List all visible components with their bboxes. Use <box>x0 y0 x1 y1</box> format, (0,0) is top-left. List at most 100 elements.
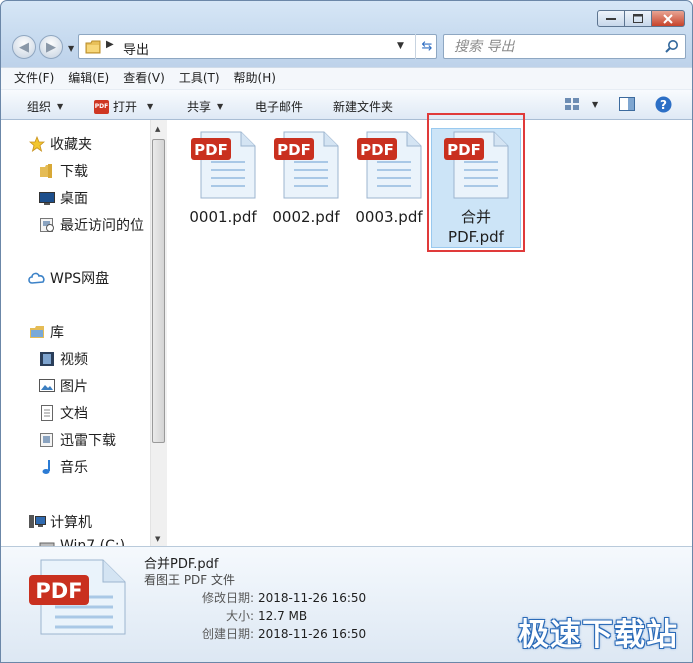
nav-music[interactable]: 音乐 <box>38 457 88 477</box>
file-name: 合并 PDF.pdf <box>448 208 504 246</box>
svg-text:PDF: PDF <box>277 141 311 159</box>
chevron-down-icon: ▼ <box>217 102 224 111</box>
star-icon <box>28 136 46 152</box>
nav-pictures[interactable]: 图片 <box>38 376 88 396</box>
refresh-icon: ⇆ <box>421 39 433 54</box>
file-list: PDF 0001.pdf PDF 0002.pdf PDF 0003.pdf P… <box>167 113 692 546</box>
breadcrumb-current[interactable]: 导出 <box>123 39 149 58</box>
maximize-icon <box>633 14 643 23</box>
file-name: 0003.pdf <box>355 208 423 226</box>
minimize-icon <box>606 17 616 20</box>
cloud-icon <box>28 271 46 285</box>
preview-pane-button[interactable] <box>619 97 635 111</box>
forward-button[interactable]: ▶ <box>39 35 63 59</box>
desktop-icon <box>38 191 56 205</box>
scroll-down-icon[interactable]: ▼ <box>155 535 160 543</box>
menu-help[interactable]: 帮助(H) <box>234 68 276 89</box>
new-folder-button[interactable]: 新建文件夹 <box>333 98 393 115</box>
file-item-selected[interactable]: PDF 合并 PDF.pdf <box>435 130 517 247</box>
nav-downloads[interactable]: 下载 <box>38 161 88 181</box>
svg-text:PDF: PDF <box>35 579 82 603</box>
chevron-down-icon: ▼ <box>592 99 599 109</box>
caption-buttons <box>597 10 685 27</box>
help-button[interactable]: ? <box>655 96 672 113</box>
nav-computer[interactable]: 计算机 <box>28 512 92 532</box>
menu-bar: 文件(F) 编辑(E) 查看(V) 工具(T) 帮助(H) <box>1 67 692 89</box>
address-bar[interactable]: ▶ 导出 ▼ ⇆ <box>78 34 437 59</box>
nav-recent[interactable]: 最近访问的位 <box>38 215 144 235</box>
change-view-button[interactable]: ▼ <box>564 97 598 111</box>
nav-wps-drive[interactable]: WPS网盘 <box>28 268 109 288</box>
close-icon <box>663 13 673 24</box>
file-item[interactable]: PDF 0003.pdf <box>348 130 430 227</box>
nav-drive-c[interactable]: Win7 (C:) <box>38 538 125 546</box>
new-folder-label: 新建文件夹 <box>333 100 394 114</box>
menu-view[interactable]: 查看(V) <box>123 68 165 89</box>
library-icon <box>28 324 46 340</box>
nav-library[interactable]: 库 <box>28 322 64 342</box>
navigation-pane: 收藏夹 下载 桌面 最近访问的位 WPS网盘 库 视频 图片 文档 迅雷下载 音… <box>1 120 150 546</box>
nav-scrollbar[interactable]: ▲ ▼ <box>150 120 167 546</box>
chevron-down-icon: ▼ <box>57 102 64 111</box>
back-button[interactable]: ◀ <box>12 35 36 59</box>
recent-places-icon <box>38 217 56 233</box>
detail-size: 大小: 12.7 MB <box>225 609 308 623</box>
detail-modified: 修改日期: 2018-11-26 16:50 <box>201 591 367 605</box>
detail-created: 创建日期: 2018-11-26 16:50 <box>201 627 367 641</box>
nav-xunlei[interactable]: 迅雷下载 <box>38 430 116 450</box>
menu-tools[interactable]: 工具(T) <box>179 68 220 89</box>
detail-file-name: 合并PDF.pdf <box>144 557 219 572</box>
pdf-file-icon: PDF <box>357 131 422 199</box>
nav-desktop[interactable]: 桌面 <box>38 188 88 208</box>
open-label: 打开 <box>113 100 138 114</box>
email-button[interactable]: 电子邮件 <box>255 98 303 115</box>
download-folder-icon <box>38 163 56 179</box>
nav-favorites[interactable]: 收藏夹 <box>28 134 92 154</box>
search-box[interactable] <box>443 34 686 59</box>
help-icon: ? <box>655 96 672 113</box>
refresh-button[interactable]: ⇆ <box>415 34 438 59</box>
open-button[interactable]: PDF 打开 ▼ <box>94 98 153 115</box>
email-label: 电子邮件 <box>255 100 304 114</box>
video-icon <box>38 351 56 367</box>
picture-icon <box>38 379 56 393</box>
close-button[interactable] <box>652 10 685 27</box>
file-name: 0002.pdf <box>272 208 340 226</box>
explorer-window: ◀ ▶ ▼ ▶ 导出 ▼ ⇆ 文件(F) 编辑(E) 查看(V) 工具(T) 帮… <box>0 0 693 663</box>
address-dropdown-icon[interactable]: ▼ <box>397 41 404 51</box>
pdf-file-icon: PDF <box>191 131 256 199</box>
computer-icon <box>28 514 46 530</box>
search-input[interactable] <box>452 38 656 56</box>
minimize-button[interactable] <box>597 10 625 27</box>
svg-text:PDF: PDF <box>194 141 228 159</box>
share-label: 共享 <box>187 100 212 114</box>
scroll-up-icon[interactable]: ▲ <box>155 125 160 133</box>
view-grid-icon <box>565 98 579 110</box>
menu-edit[interactable]: 编辑(E) <box>68 68 109 89</box>
svg-text:?: ? <box>660 98 667 112</box>
chevron-down-icon: ▼ <box>147 102 154 111</box>
nav-documents[interactable]: 文档 <box>38 403 88 423</box>
watermark-logo: 极速下载站 <box>518 617 678 653</box>
file-item[interactable]: PDF 0002.pdf <box>265 130 347 227</box>
music-icon <box>38 459 56 475</box>
history-dropdown-icon[interactable]: ▼ <box>68 44 74 53</box>
detail-file-type: 看图王 PDF 文件 <box>144 573 236 587</box>
menu-file[interactable]: 文件(F) <box>14 68 54 89</box>
scroll-thumb[interactable] <box>152 139 165 443</box>
organize-button[interactable]: 组织 ▼ <box>27 98 63 115</box>
file-item[interactable]: PDF 0001.pdf <box>182 130 264 227</box>
search-icon[interactable] <box>665 39 679 53</box>
folder-icon <box>85 40 101 54</box>
svg-text:PDF: PDF <box>447 141 481 159</box>
preview-pane-icon <box>619 97 635 111</box>
maximize-button[interactable] <box>625 10 652 27</box>
back-arrow-icon: ◀ <box>19 39 29 55</box>
pdf-large-icon: PDF <box>29 559 126 635</box>
svg-text:PDF: PDF <box>360 141 394 159</box>
breadcrumb-separator-icon[interactable]: ▶ <box>106 39 114 50</box>
forward-arrow-icon: ▶ <box>46 39 56 55</box>
nav-videos[interactable]: 视频 <box>38 349 88 369</box>
share-button[interactable]: 共享 ▼ <box>187 98 223 115</box>
document-icon <box>38 405 56 421</box>
